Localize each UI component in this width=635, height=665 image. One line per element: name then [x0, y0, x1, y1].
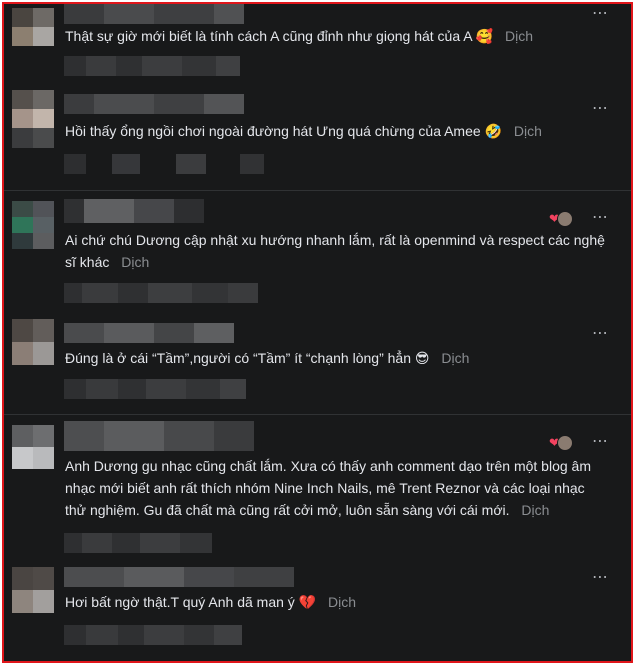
translate-link[interactable]: Dịch — [441, 350, 469, 366]
avatar[interactable] — [12, 567, 54, 613]
reactions-badge[interactable]: ❤ — [549, 435, 573, 451]
comment-text: Hơi bất ngờ thật.T quý Anh dã man ý — [65, 594, 295, 610]
comment-item: ❤ ⋯ Ai chứ chú Dương cập nhật xu hướng n… — [4, 191, 631, 313]
translate-link[interactable]: Dịch — [121, 254, 149, 270]
comments-panel: ⋯ Thật sự giờ mới biết là tính cách A cũ… — [2, 2, 633, 663]
avatar[interactable] — [12, 425, 54, 469]
comment-actions-blurred[interactable] — [64, 154, 264, 174]
more-options-icon[interactable]: ⋯ — [592, 326, 609, 342]
comment-actions-blurred[interactable] — [64, 625, 242, 645]
commenter-name-blurred[interactable] — [64, 199, 204, 223]
comment-item: ⋯ Hơi bất ngờ thật.T quý Anh dã man ý 💔 … — [4, 561, 631, 661]
commenter-name-blurred[interactable] — [64, 323, 234, 343]
more-options-icon[interactable]: ⋯ — [592, 101, 609, 117]
translate-link[interactable]: Dịch — [514, 123, 542, 139]
comment-text-row: Thật sự giờ mới biết là tính cách A cũng… — [65, 25, 605, 47]
comment-text-row: Hồi thấy ổng ngồi chơi ngoài đường hát Ư… — [65, 120, 605, 142]
avatar[interactable] — [12, 201, 54, 249]
avatar[interactable] — [12, 8, 54, 46]
comment-item: ⋯ Đúng là ở cái “Tầm”,người có “Tầm” ít … — [4, 313, 631, 414]
emoji-icon: 🤣 — [484, 123, 502, 139]
comment-actions-blurred[interactable] — [64, 533, 212, 553]
comment-text: Đúng là ở cái “Tầm”,người có “Tầm” ít “c… — [65, 350, 411, 366]
commenter-name-blurred[interactable] — [64, 567, 294, 587]
emoji-icon: 💔 — [298, 594, 317, 610]
translate-link[interactable]: Dịch — [521, 502, 549, 518]
comment-item: ⋯ Thật sự giờ mới biết là tính cách A cũ… — [4, 4, 631, 94]
commenter-name-blurred[interactable] — [64, 94, 244, 114]
avatar[interactable] — [12, 90, 54, 128]
comment-text: Anh Dương gu nhạc cũng chất lắm. Xưa có … — [65, 458, 591, 518]
translate-link[interactable]: Dịch — [505, 28, 533, 44]
more-options-icon[interactable]: ⋯ — [592, 434, 609, 450]
comment-text: Hồi thấy ổng ngồi chơi ngoài đường hát Ư… — [65, 123, 481, 139]
more-options-icon[interactable]: ⋯ — [592, 210, 609, 226]
more-options-icon[interactable]: ⋯ — [592, 570, 609, 586]
comment-actions-blurred[interactable] — [64, 283, 258, 303]
avatar-shadow — [12, 128, 54, 148]
translate-link[interactable]: Dịch — [328, 594, 356, 610]
more-options-icon[interactable]: ⋯ — [592, 6, 609, 22]
comment-text-row: Đúng là ở cái “Tầm”,người có “Tầm” ít “c… — [65, 347, 605, 369]
comment-text-row: Hơi bất ngờ thật.T quý Anh dã man ý 💔 Dị… — [65, 591, 605, 613]
face-icon — [557, 435, 573, 451]
comment-actions-blurred[interactable] — [64, 379, 246, 399]
commenter-name-blurred[interactable] — [64, 4, 244, 24]
comment-text: Thật sự giờ mới biết là tính cách A cũng… — [65, 28, 472, 44]
comment-actions-blurred[interactable] — [64, 56, 240, 76]
comment-text-row: Anh Dương gu nhạc cũng chất lắm. Xưa có … — [65, 455, 605, 521]
avatar[interactable] — [12, 319, 54, 365]
emoji-icon: 🥰 — [475, 28, 494, 44]
comment-item: ⋯ Hồi thấy ổng ngồi chơi ngoài đường hát… — [4, 86, 631, 190]
commenter-name-blurred[interactable] — [64, 421, 254, 451]
face-icon — [557, 211, 573, 227]
comment-item: ❤ ⋯ Anh Dương gu nhạc cũng chất lắm. Xưa… — [4, 415, 631, 561]
emoji-icon: 😎 — [414, 350, 430, 366]
reactions-badge[interactable]: ❤ — [549, 211, 573, 227]
comment-text-row: Ai chứ chú Dương cập nhật xu hướng nhanh… — [65, 229, 605, 273]
